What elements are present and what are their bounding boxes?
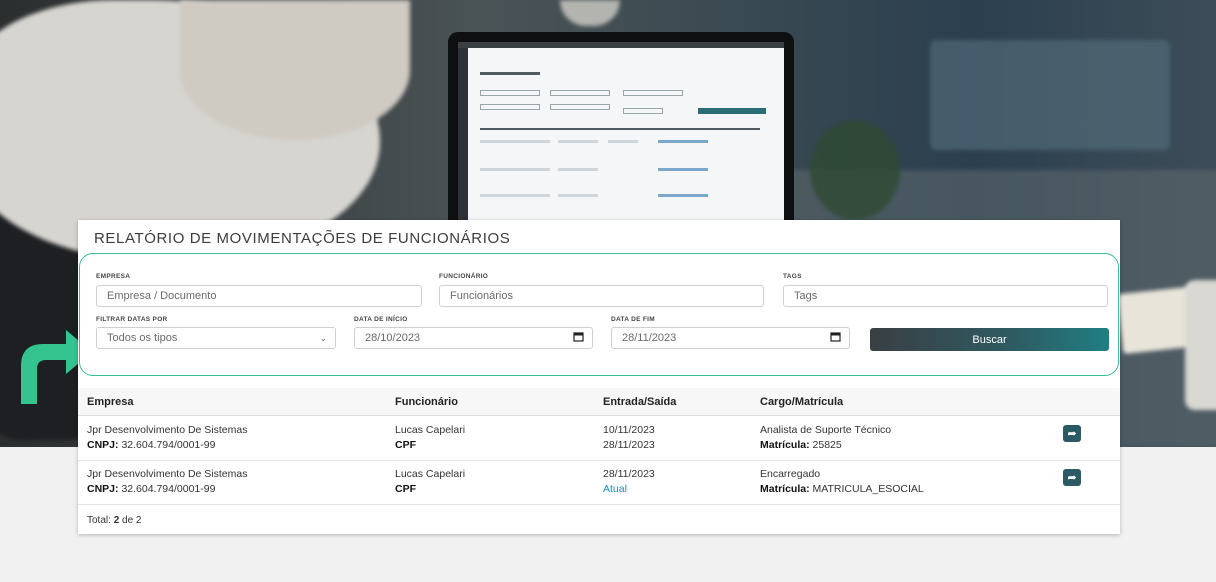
share-arrow-icon[interactable]: ➦ — [1063, 469, 1081, 486]
header-empresa: Empresa — [87, 396, 134, 408]
table-header: Empresa Funcionário Entrada/Saída Cargo/… — [78, 388, 1120, 416]
calendar-icon — [830, 331, 841, 345]
cnpj-label: CNPJ: — [87, 483, 119, 495]
filtrar-datas-value: Todos os tipos — [107, 332, 178, 344]
cnpj-value: 32.604.794/0001-99 — [121, 483, 216, 495]
cnpj-label: CNPJ: — [87, 439, 119, 451]
saida-date: 28/11/2023 — [603, 439, 655, 451]
cargo-name: Encarregado — [760, 468, 821, 480]
cnpj-value: 32.604.794/0001-99 — [121, 439, 216, 451]
matricula-label: Matrícula: — [760, 439, 810, 451]
filter-panel: EMPRESA Empresa / Documento FUNCIONÁRIO … — [79, 253, 1119, 376]
report-card: RELATÓRIO DE MOVIMENTAÇÕES DE FUNCIONÁRI… — [78, 220, 1120, 534]
total-of: de 2 — [122, 515, 142, 526]
calendar-icon — [573, 331, 584, 345]
cpf-label: CPF — [395, 483, 416, 495]
data-inicio-value: 28/10/2023 — [365, 332, 421, 344]
page-title: RELATÓRIO DE MOVIMENTAÇÕES DE FUNCIONÁRI… — [94, 230, 511, 247]
entrada-date: 28/11/2023 — [603, 468, 655, 480]
saida-status: Atual — [603, 483, 627, 495]
header-cargo-matricula: Cargo/Matrícula — [760, 396, 844, 408]
data-inicio-label: DATA DE INÍCIO — [354, 316, 408, 323]
empresa-name: Jpr Desenvolvimento De Sistemas — [87, 424, 248, 436]
header-entrada-saida: Entrada/Saída — [603, 396, 677, 408]
funcionario-input[interactable]: Funcionários — [439, 285, 764, 307]
total-label: Total: — [87, 515, 111, 526]
empresa-name: Jpr Desenvolvimento De Sistemas — [87, 468, 248, 480]
table-row: Jpr Desenvolvimento De Sistemas CNPJ: 32… — [78, 461, 1120, 505]
empresa-label: EMPRESA — [96, 273, 131, 280]
funcionario-name: Lucas Capelari — [395, 468, 466, 480]
tags-label: TAGS — [783, 273, 802, 280]
entrada-date: 10/11/2023 — [603, 424, 655, 436]
matricula-value: 25825 — [812, 439, 842, 451]
filtrar-datas-select[interactable]: Todos os tipos ⌄ — [96, 327, 336, 349]
share-arrow-icon[interactable]: ➦ — [1063, 425, 1081, 442]
cpf-label: CPF — [395, 439, 416, 451]
empresa-placeholder: Empresa / Documento — [107, 290, 217, 302]
matricula-value: MATRICULA_ESOCIAL — [812, 483, 924, 495]
table-total: Total: 2 de 2 — [87, 515, 142, 526]
chevron-down-icon: ⌄ — [319, 333, 327, 343]
tags-input[interactable]: Tags — [783, 285, 1108, 307]
laptop-illustration — [448, 32, 794, 222]
data-inicio-input[interactable]: 28/10/2023 — [354, 327, 593, 349]
matricula-label: Matrícula: — [760, 483, 810, 495]
tags-placeholder: Tags — [794, 290, 818, 302]
funcionario-placeholder: Funcionários — [450, 290, 513, 302]
header-funcionario: Funcionário — [395, 396, 458, 408]
table-row: Jpr Desenvolvimento De Sistemas CNPJ: 32… — [78, 417, 1120, 461]
cargo-name: Analista de Suporte Técnico — [760, 424, 892, 436]
funcionario-label: FUNCIONÁRIO — [439, 273, 489, 280]
data-fim-input[interactable]: 28/11/2023 — [611, 327, 850, 349]
data-fim-label: DATA DE FIM — [611, 316, 655, 323]
filtrar-datas-label: FILTRAR DATAS POR — [96, 316, 168, 323]
empresa-input[interactable]: Empresa / Documento — [96, 285, 422, 307]
funcionario-name: Lucas Capelari — [395, 424, 466, 436]
total-count: 2 — [113, 515, 120, 526]
search-button[interactable]: Buscar — [870, 328, 1109, 351]
data-fim-value: 28/11/2023 — [622, 332, 677, 344]
